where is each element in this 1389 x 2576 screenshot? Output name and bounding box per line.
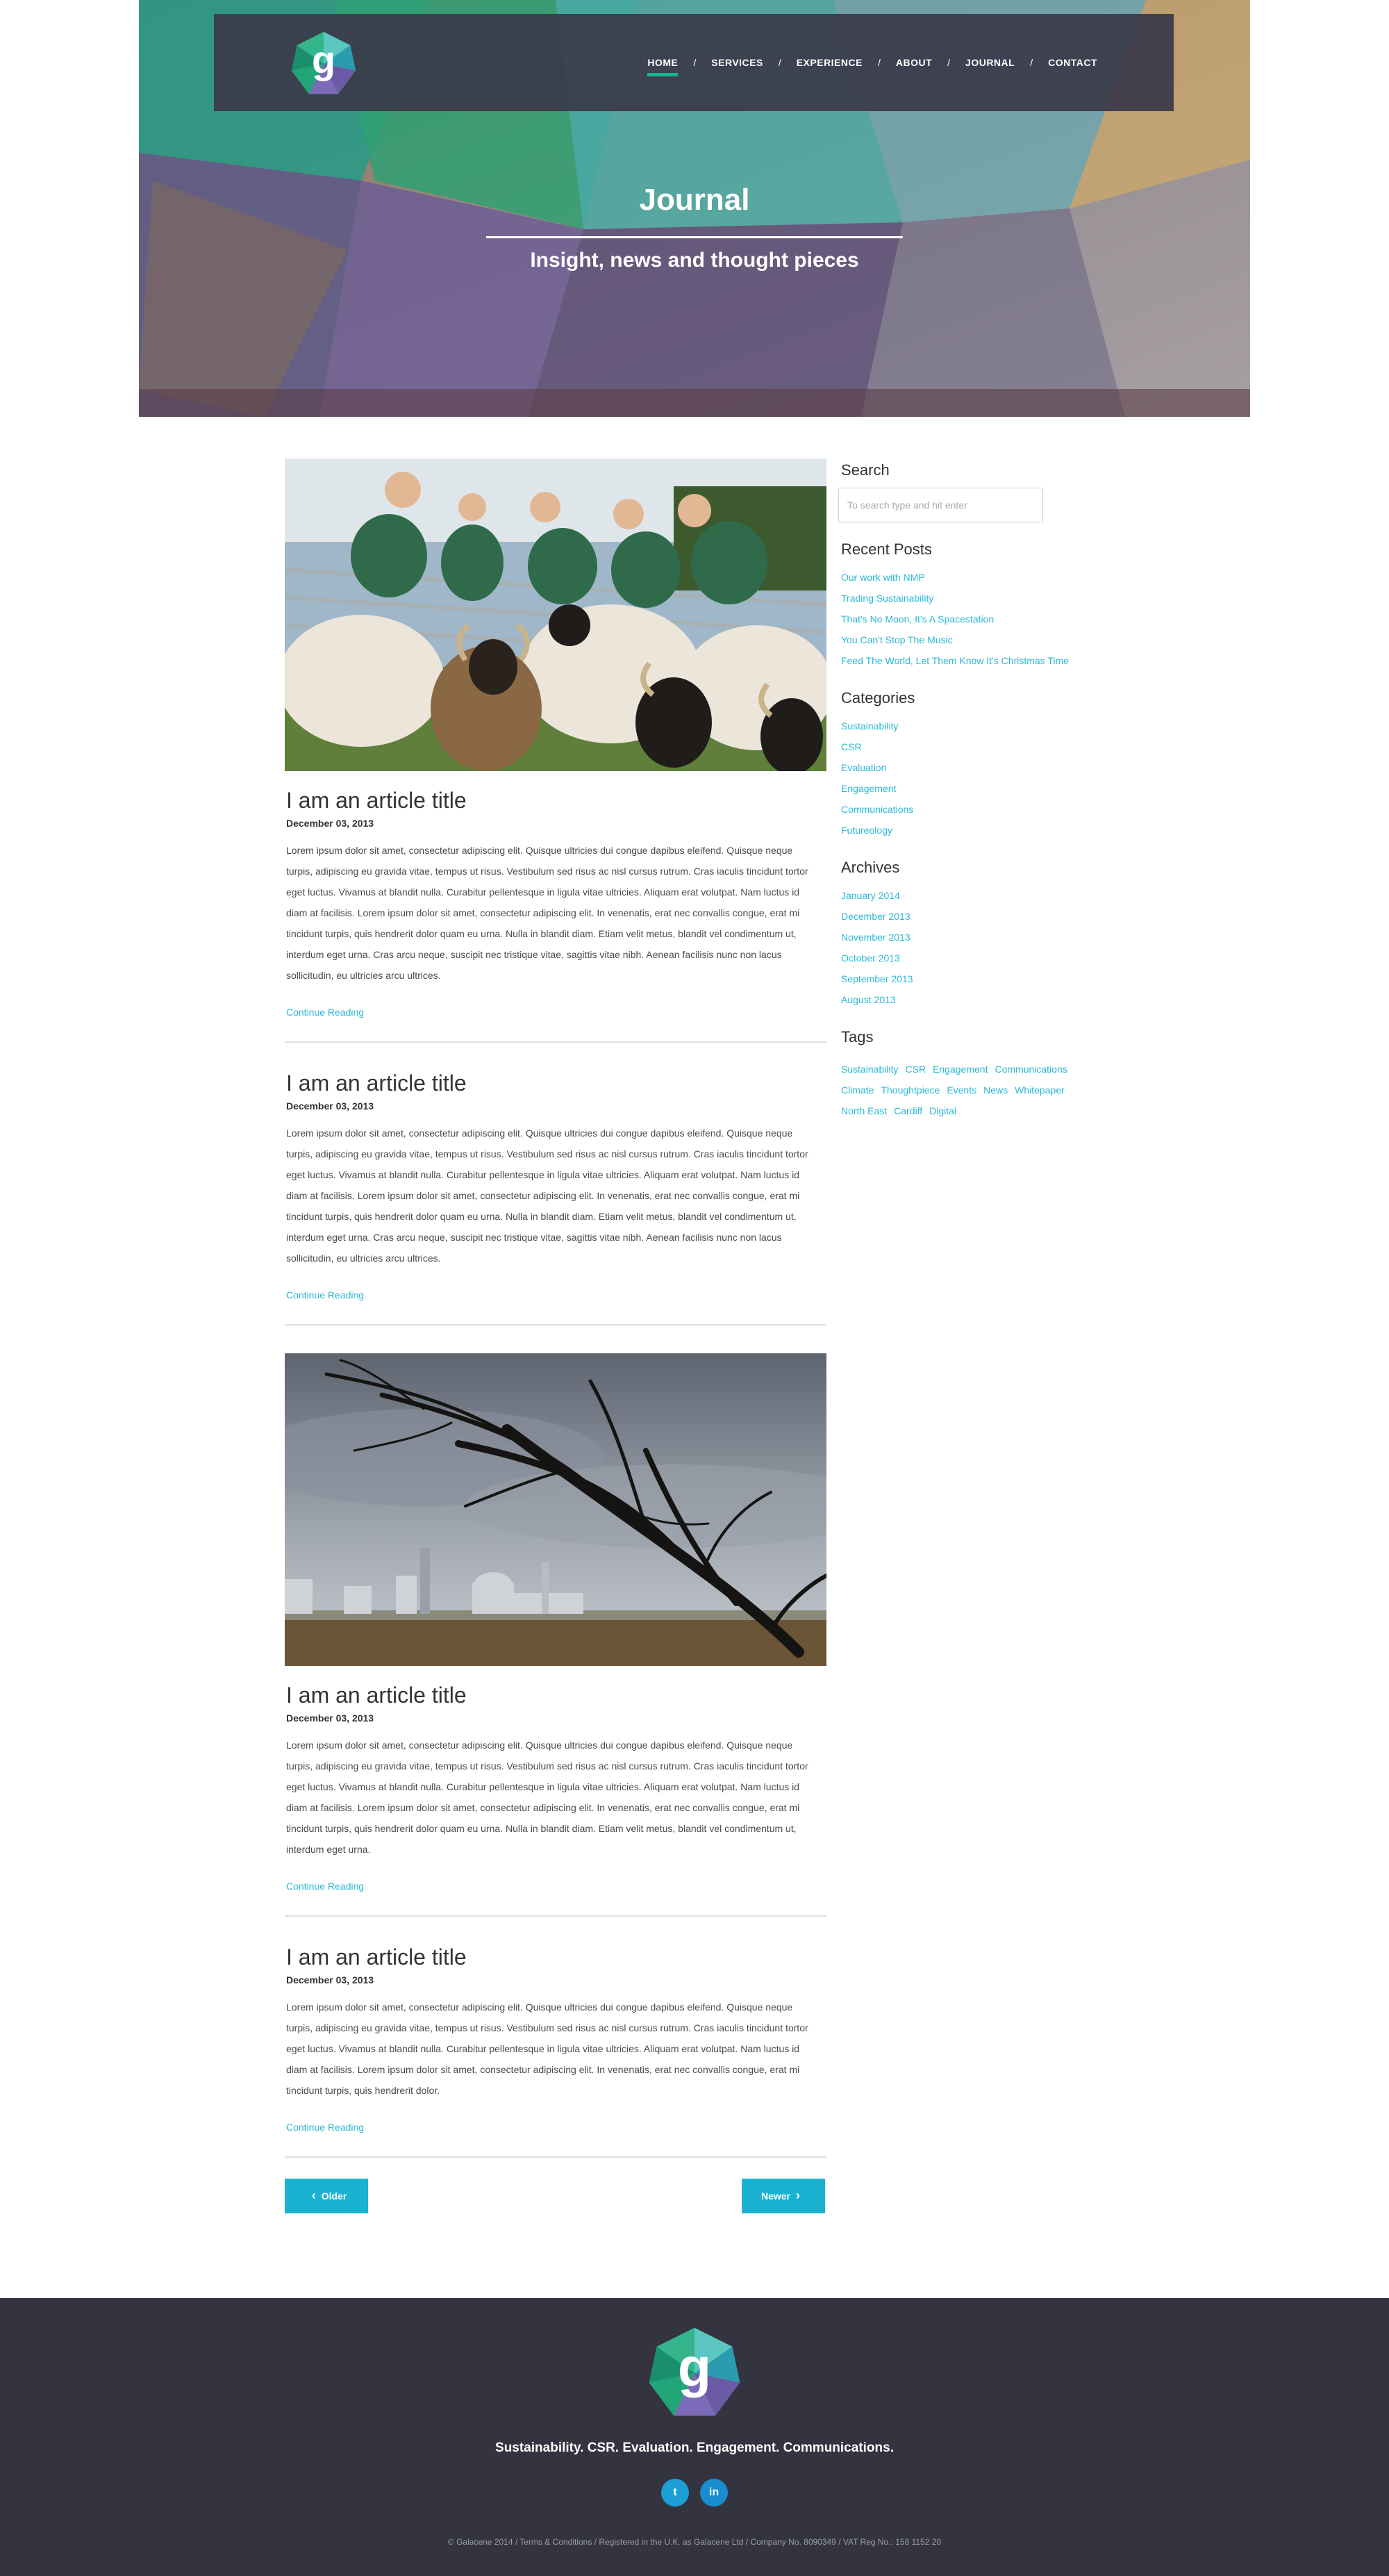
nav-separator: / [778,57,781,68]
tag-link[interactable]: Thoughtpiece [881,1080,940,1100]
top-navigation-bar: g HOME / SERVICES / EXPERIENCE / ABOUT /… [214,14,1174,111]
tag-link[interactable]: Cardiff [894,1100,922,1121]
tag-link[interactable]: News [983,1080,1008,1100]
hero-banner: g HOME / SERVICES / EXPERIENCE / ABOUT /… [139,0,1250,417]
article-date: December 03, 2013 [286,1974,374,1985]
continue-reading-link[interactable]: Continue Reading [286,1881,826,1892]
article: I am an article title December 03, 2013 … [285,459,826,1043]
nav-separator: / [1030,57,1033,68]
category-link[interactable]: Evaluation [841,757,1119,778]
article-image-windswept-tree[interactable] [285,1353,826,1666]
page-subtitle: Insight, news and thought pieces [530,249,859,272]
tag-link[interactable]: Sustainability [841,1059,899,1080]
search-heading: Search [841,461,890,479]
article-excerpt: Lorem ipsum dolor sit amet, consectetur … [286,2001,808,2096]
footer-tagline: Sustainability. CSR. Evaluation. Engagem… [495,2441,894,2455]
footer-copyright: © Galacene 2014 / Terms & Conditions / R… [447,2537,942,2547]
article: I am an article title December 03, 2013 … [285,1353,826,1917]
archives-heading: Archives [841,859,900,876]
category-link[interactable]: Engagement [841,778,1119,799]
logo-letter: g [312,38,335,81]
article-excerpt: Lorem ipsum dolor sit amet, consectetur … [286,1740,808,1855]
nav-separator: / [947,57,951,68]
recent-post-link[interactable]: That's No Moon, It's A Spacestation [841,609,1119,629]
sidebar: Search Recent Posts Our work with NMP Tr… [838,461,1119,1139]
chevron-left-icon: ‹ [311,2188,316,2203]
categories-heading: Categories [841,689,915,707]
recent-post-link[interactable]: You Can't Stop The Music [841,629,1119,650]
article-title[interactable]: I am an article title [286,1071,826,1096]
recent-posts-widget: Recent Posts Our work with NMP Trading S… [841,540,1119,671]
tag-link[interactable]: Climate [841,1080,874,1100]
nav-journal[interactable]: JOURNAL [965,57,1015,68]
newer-posts-button[interactable]: Newer › [742,2179,825,2213]
continue-reading-link[interactable]: Continue Reading [286,1007,826,1018]
nav-contact[interactable]: CONTACT [1048,57,1097,68]
archives-widget: Archives January 2014 December 2013 Nove… [841,859,1119,1010]
chevron-right-icon: › [796,2188,801,2203]
tag-link[interactable]: Engagement [933,1059,988,1080]
archive-link[interactable]: November 2013 [841,927,1119,948]
category-link[interactable]: Communications [841,799,1119,820]
category-link[interactable]: Futureology [841,820,1119,841]
tag-link[interactable]: North East [841,1100,887,1121]
galacene-logo-icon[interactable]: g [290,31,357,97]
tags-heading: Tags [841,1028,874,1046]
article-date: December 03, 2013 [286,818,374,829]
article-date: December 03, 2013 [286,1100,374,1112]
recent-post-link[interactable]: Feed The World, Let Them Know It's Chris… [841,650,1119,671]
recent-post-link[interactable]: Trading Sustainability [841,588,1119,609]
tag-link[interactable]: CSR [906,1059,926,1080]
article-excerpt: Lorem ipsum dolor sit amet, consectetur … [286,1128,808,1264]
twitter-glyph: t [673,2486,677,2498]
article-title[interactable]: I am an article title [286,1683,826,1708]
footer: g Sustainability. CSR. Evaluation. Engag… [0,2298,1389,2576]
page-title: Journal [639,183,750,217]
article-image-sheep-farmers[interactable] [285,459,826,771]
archive-link[interactable]: August 2013 [841,989,1119,1010]
galacene-footer-logo-icon[interactable]: g [647,2326,742,2420]
nav-separator: / [877,57,881,68]
tag-link[interactable]: Whitepaper [1015,1080,1065,1100]
journal-articles: I am an article title December 03, 2013 … [285,459,826,2213]
newer-label: Newer [760,2190,791,2202]
nav-home[interactable]: HOME [647,57,679,76]
recent-post-link[interactable]: Our work with NMP [841,567,1119,588]
tag-link[interactable]: Communications [995,1059,1067,1080]
main-nav: HOME / SERVICES / EXPERIENCE / ABOUT / J… [647,14,1097,111]
article-title[interactable]: I am an article title [286,1945,826,1970]
article: I am an article title December 03, 2013 … [285,1071,826,1326]
article-title[interactable]: I am an article title [286,788,826,814]
logo-letter: g [678,2337,711,2398]
archive-link[interactable]: December 2013 [841,906,1119,927]
archive-link[interactable]: September 2013 [841,968,1119,989]
older-posts-button[interactable]: ‹ Older [285,2179,368,2213]
article: I am an article title December 03, 2013 … [285,1945,826,2158]
search-widget: Search [838,461,1119,522]
pagination: ‹ Older Newer › [285,2179,826,2213]
tags-widget: Tags Sustainability CSR Engagement Commu… [841,1028,1119,1121]
hero-divider [486,236,903,238]
continue-reading-link[interactable]: Continue Reading [286,2122,826,2133]
category-link[interactable]: CSR [841,736,1119,757]
category-link[interactable]: Sustainability [841,716,1119,736]
linkedin-icon[interactable]: in [700,2479,728,2507]
linkedin-glyph: in [708,2486,720,2498]
archive-link[interactable]: January 2014 [841,885,1119,906]
recent-posts-heading: Recent Posts [841,540,932,558]
archive-link[interactable]: October 2013 [841,948,1119,968]
twitter-icon[interactable]: t [661,2479,689,2507]
older-label: Older [321,2190,347,2202]
tag-link[interactable]: Events [947,1080,976,1100]
article-date: December 03, 2013 [286,1712,374,1724]
article-excerpt: Lorem ipsum dolor sit amet, consectetur … [286,845,808,981]
nav-experience[interactable]: EXPERIENCE [797,57,863,68]
search-input[interactable] [838,488,1043,522]
nav-services[interactable]: SERVICES [711,57,763,68]
tag-link[interactable]: Digital [929,1100,956,1121]
nav-separator: / [693,57,697,68]
nav-about[interactable]: ABOUT [896,57,932,68]
continue-reading-link[interactable]: Continue Reading [286,1289,826,1301]
categories-widget: Categories Sustainability CSR Evaluation… [841,689,1119,841]
